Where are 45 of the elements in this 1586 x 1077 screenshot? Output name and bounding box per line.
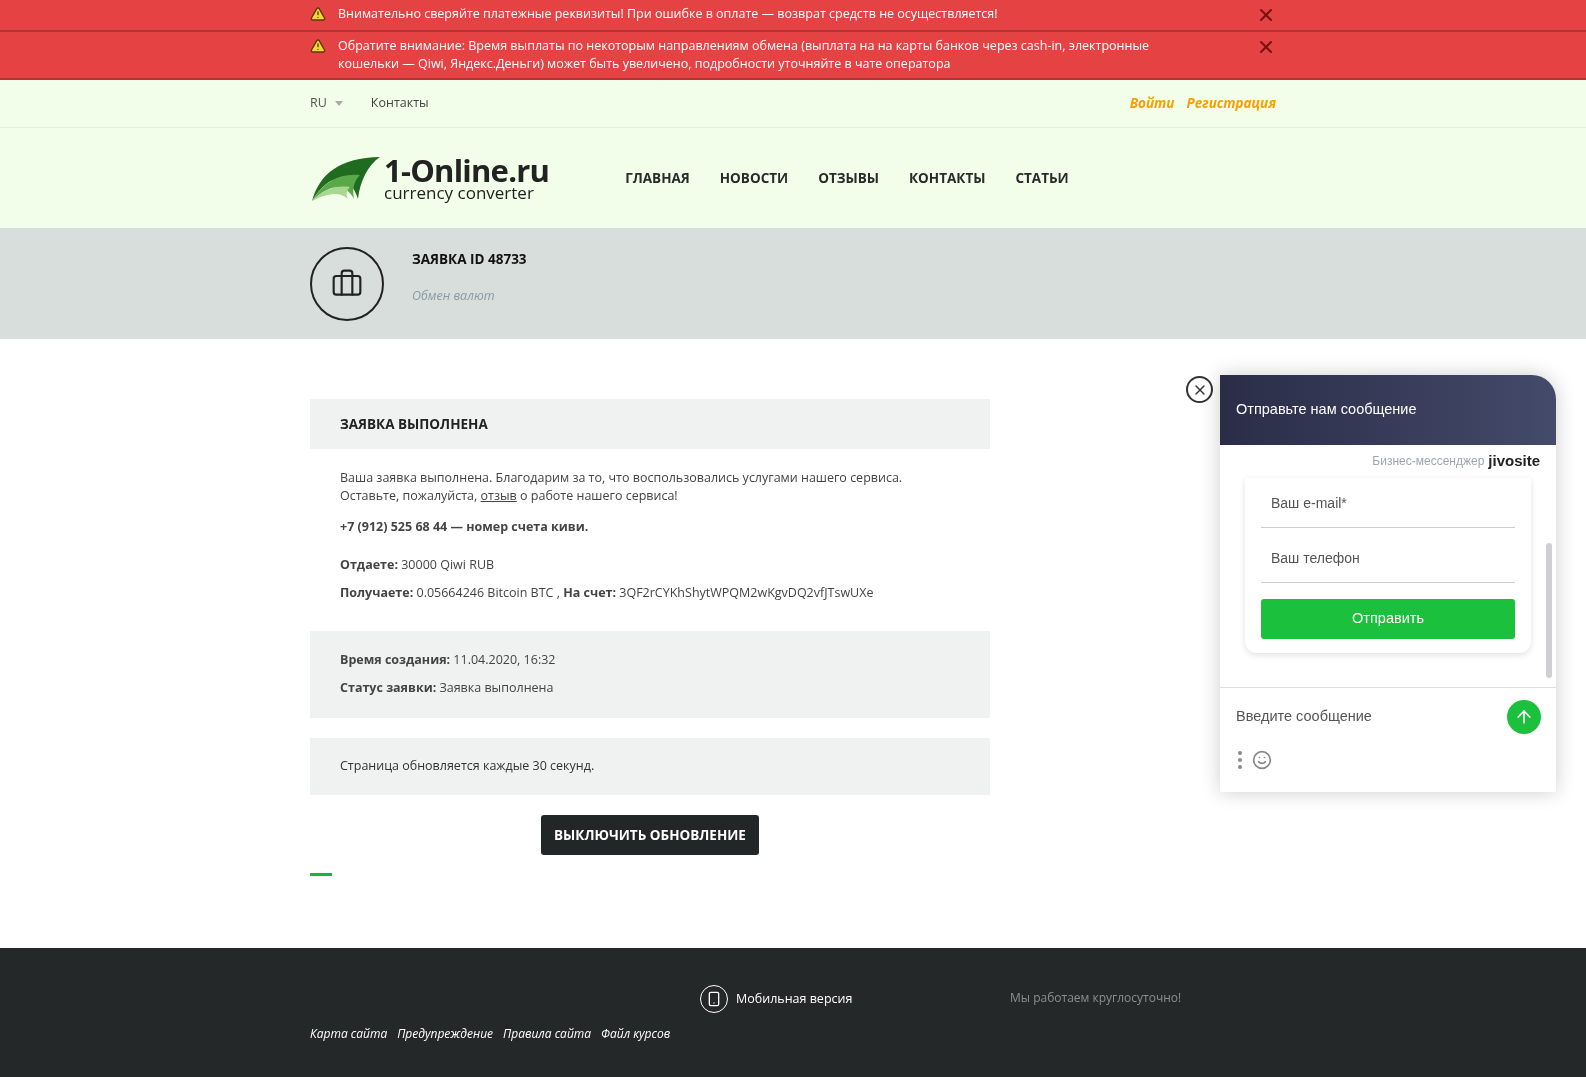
nav-link[interactable]: СТАТЬИ bbox=[1015, 167, 1069, 189]
footer-link[interactable]: Предупреждение bbox=[397, 1025, 494, 1043]
warning-icon bbox=[310, 38, 326, 54]
logo-subtitle: currency converter bbox=[384, 184, 534, 201]
nav-link[interactable]: КОНТАКТЫ bbox=[909, 167, 986, 189]
refresh-note: Страница обновляется каждые 30 секунд. bbox=[340, 756, 595, 776]
order-detail: Отдаете: 30000 Qiwi RUB bbox=[340, 555, 496, 575]
close-chat-button[interactable] bbox=[1186, 376, 1213, 403]
page-subtitle: Обмен валют bbox=[412, 287, 496, 306]
footer-link[interactable]: Файл курсов bbox=[601, 1025, 671, 1043]
completion-message: Ваша заявка выполнена. Благодарим за то, что воспользовались услугами нашего сервиса. Оставьте, пожалуйста, отзыв о работе нашего сервиса! bbox=[340, 469, 904, 505]
mobile-version-link[interactable]: Мобильная версия bbox=[700, 985, 853, 1013]
brand-name: jivosite bbox=[1488, 450, 1540, 471]
logo[interactable]: 1-Online.ru currency converter bbox=[310, 153, 550, 203]
review-link[interactable]: отзыв bbox=[480, 487, 517, 504]
alert-text: Обратите внимание: Время выплаты по некоторым направлениям обмена (выплата на на карты банков через cash-in, электронные кошельки — Qiwi, Яндекс.Деньги) может быть увеличено, подробности уточняйте в чате оператора bbox=[338, 37, 1150, 73]
footer-link[interactable]: Правила сайта bbox=[503, 1025, 592, 1043]
page-title: ЗАЯВКА ID 48733 bbox=[412, 249, 527, 270]
order-detail: Получаете: 0.05664246 Bitcoin BTC , На счет: 3QF2rCYKhShytWPQM2wKgvDQ2vfJTswUXe bbox=[340, 583, 875, 603]
nav-link[interactable]: ГЛАВНАЯ bbox=[625, 167, 690, 189]
message-input[interactable]: Введите сообщение bbox=[1236, 706, 1507, 728]
logo-title: 1-Online.ru bbox=[384, 155, 550, 186]
account-note: +7 (912) 525 68 44 — номер счета киви. bbox=[340, 518, 590, 537]
smiley-icon bbox=[1252, 750, 1272, 770]
contacts-link[interactable]: Контакты bbox=[370, 94, 429, 113]
warning-icon bbox=[310, 6, 326, 22]
nav-link[interactable]: НОВОСТИ bbox=[719, 167, 789, 189]
status-heading: ЗАЯВКА ВЫПОЛНЕНА bbox=[340, 413, 488, 435]
alert-text: Внимательно сверяйте платежные реквизиты! При ошибке в оплате — возврат средств не осуществляется! bbox=[338, 5, 999, 23]
emoji-button[interactable] bbox=[1252, 750, 1272, 770]
contact-field[interactable]: Ваш e-mail* bbox=[1261, 478, 1515, 528]
order-meta: Время создания: 11.04.2020, 16:32 bbox=[340, 651, 557, 670]
chat-title: Отправьте нам сообщение bbox=[1236, 400, 1417, 420]
smartphone-glyph-icon bbox=[706, 991, 722, 1007]
more-options-button[interactable] bbox=[1236, 751, 1244, 769]
disable-refresh-button[interactable]: ВЫКЛЮЧИТЬ ОБНОВЛЕНИЕ bbox=[541, 814, 759, 855]
brand-caption: Бизнес-мессенджер bbox=[1372, 453, 1485, 470]
working-hours: Мы работаем круглосуточно! bbox=[1010, 989, 1182, 1007]
language-dropdown[interactable]: RU bbox=[310, 94, 343, 113]
send-button[interactable] bbox=[1507, 700, 1541, 734]
footer-link[interactable]: Карта сайта bbox=[310, 1025, 388, 1043]
caret-icon bbox=[334, 101, 343, 106]
order-meta: Статус заявки: Заявка выполнена bbox=[340, 679, 555, 698]
contact-field[interactable]: Ваш телефон bbox=[1261, 533, 1515, 583]
nav-link[interactable]: ОТЗЫВЫ bbox=[818, 167, 880, 189]
